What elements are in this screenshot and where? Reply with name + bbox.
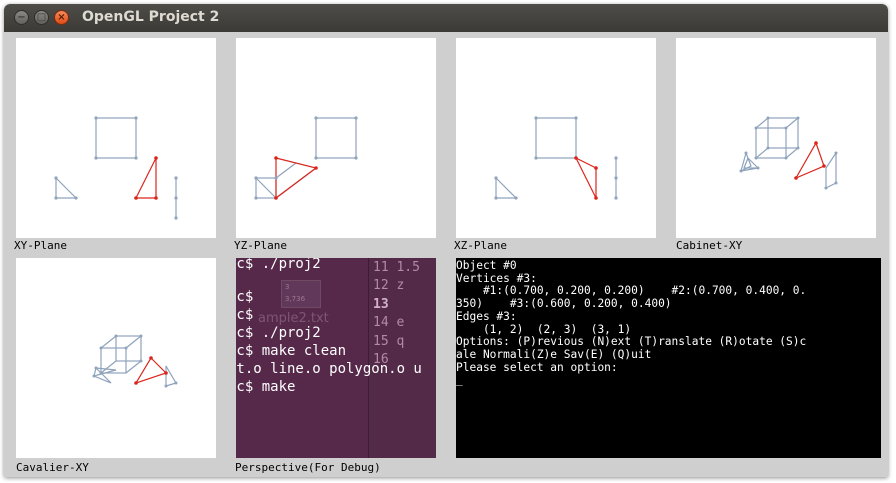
- bg-line-number: 15 q: [373, 334, 405, 349]
- bg-line-number: 12 z: [373, 278, 405, 293]
- xy-plane-viewport[interactable]: [16, 38, 216, 238]
- bg-line-number: 13: [373, 297, 389, 312]
- console-line: Please select an option:: [456, 360, 618, 374]
- xy-plane-canvas: [54, 116, 178, 220]
- perspective-viewport[interactable]: 3 3,736 ample2.txt 11 1.5 12 z 13 14 e 1…: [236, 258, 436, 458]
- minimize-icon: −: [17, 12, 26, 23]
- cabinet-selected-triangle: [794, 141, 825, 180]
- cabinet-vertices: [739, 116, 838, 190]
- maximize-icon: □: [36, 12, 47, 23]
- bg-editor-column: 11 1.5 12 z 13 14 e 15 q 16: [368, 258, 436, 458]
- window-title: OpenGL Project 2: [82, 9, 220, 25]
- yz-plane-viewport[interactable]: [236, 38, 436, 238]
- cabinet-xy-label: Cabinet-XY: [676, 239, 743, 252]
- ghost-box-bottom: 3,736: [285, 295, 306, 303]
- xz-plane-label: XZ-Plane: [454, 239, 507, 252]
- app-window: − □ × OpenGL Project 2 XY-Plane YZ-Plane…: [4, 4, 888, 477]
- yz-plane-canvas: [254, 116, 358, 200]
- xz-triangle-left: [495, 176, 518, 199]
- yz-small-shapes: [255, 162, 317, 199]
- close-button[interactable]: ×: [54, 10, 69, 25]
- console-line: Options: (P)revious (N)ext (T)ranslate (…: [456, 335, 807, 349]
- cabinet-right-lines: [825, 152, 837, 189]
- close-icon: ×: [57, 12, 66, 23]
- bg-terminal-line: rc$ make: [236, 379, 296, 395]
- xz-square: [535, 117, 577, 159]
- cavalier-xy-viewport[interactable]: [16, 258, 216, 458]
- xy-square: [95, 117, 137, 159]
- bg-terminal-line: rc$: [236, 307, 254, 323]
- ghost-image-thumbnail: 3 3,736: [281, 280, 321, 308]
- yz-selected-triangle: [275, 157, 318, 200]
- console-line: 350) #3:(0.600, 0.200, 0.400): [456, 297, 672, 311]
- bg-line-number: 11 1.5: [373, 260, 420, 275]
- client-area: XY-Plane YZ-Plane XZ-Plane Cabinet-XY Ca…: [4, 32, 888, 477]
- xz-plane-viewport[interactable]: [456, 38, 656, 238]
- cabinet-cube: [755, 117, 799, 159]
- cavalier-cube: [100, 335, 142, 374]
- cabinet-xy-canvas: [739, 116, 838, 190]
- xy-triangle-left: [55, 176, 78, 199]
- bg-terminal-line: rc$ make clean: [236, 343, 347, 359]
- xy-selected-triangle: [135, 157, 157, 199]
- bg-terminal-line: rc$ ./proj2: [236, 325, 321, 341]
- cabinet-xy-viewport[interactable]: [676, 38, 876, 238]
- console-output[interactable]: Object #0 Vertices #3: #1:(0.700, 0.200,…: [456, 258, 881, 458]
- bg-terminal-line: nt.o line.o polygon.o u: [236, 361, 422, 377]
- xy-vertices: [54, 116, 178, 220]
- xz-plane-canvas: [494, 116, 618, 200]
- xy-plane-label: XY-Plane: [14, 239, 67, 252]
- cavalier-xy-label: Cavalier-XY: [16, 461, 89, 474]
- console-line: Edges #3:: [456, 309, 517, 323]
- title-bar[interactable]: − □ × OpenGL Project 2: [4, 4, 888, 32]
- minimize-button[interactable]: −: [14, 10, 29, 25]
- console-cursor: _: [456, 373, 463, 387]
- ghost-box-top: 3: [285, 283, 290, 291]
- cavalier-xy-canvas: [92, 334, 178, 388]
- perspective-label: Perspective(For Debug): [235, 461, 381, 474]
- console-line: ale Normali(Z)e Sav(E) (Q)uit: [456, 347, 652, 361]
- maximize-button[interactable]: □: [34, 10, 49, 25]
- bg-terminal-line: rc$: [236, 289, 254, 305]
- console-line: Object #0: [456, 259, 517, 272]
- bg-terminal-line: rc$ ./proj2: [236, 258, 321, 272]
- xz-selected-triangle: [574, 156, 597, 199]
- yz-square-large: [315, 117, 357, 159]
- yz-plane-label: YZ-Plane: [234, 239, 287, 252]
- bg-line-number: 14 e: [373, 315, 405, 330]
